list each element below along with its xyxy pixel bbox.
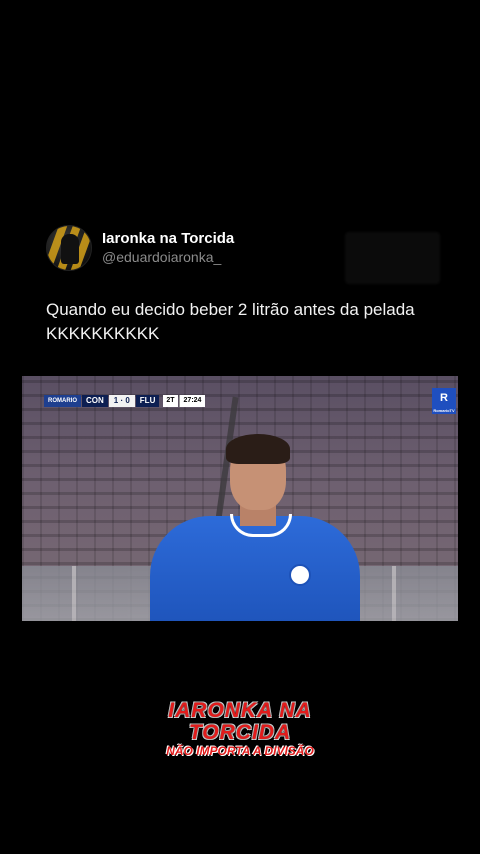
away-team: FLU	[135, 395, 160, 407]
blurred-region	[345, 232, 440, 284]
watermark-line2: TORCIDA	[188, 721, 292, 744]
channel-logo-letter: R	[440, 392, 448, 404]
tweet-header: Iaronka na Torcida @eduardoiaronka_	[46, 225, 234, 271]
handle[interactable]: @eduardoiaronka_	[102, 248, 234, 266]
watermark-line3: NÃO IMPORTA A DIVISÃO	[166, 744, 314, 758]
home-team: CON	[82, 395, 108, 407]
player	[132, 434, 362, 621]
video-frame[interactable]: ROMARIO CON 1 · 0 FLU 2T 27:24 R Romario…	[22, 376, 458, 621]
match-time: 27:24	[178, 395, 206, 407]
scoreboard: ROMARIO CON 1 · 0 FLU 2T 27:24	[44, 395, 206, 407]
tweet-text: Quando eu decido beber 2 litrão antes da…	[46, 300, 415, 343]
display-name[interactable]: Iaronka na Torcida	[102, 230, 234, 248]
score: 1 · 0	[108, 395, 135, 407]
avatar[interactable]	[46, 225, 92, 271]
author-info: Iaronka na Torcida @eduardoiaronka_	[102, 230, 234, 266]
watermark-logo: IARONKA NA TORCIDA NÃO IMPORTA A DIVISÃO	[0, 699, 480, 759]
channel-logo-small: RomarioTV	[433, 408, 455, 413]
scoreboard-sponsor: ROMARIO	[44, 395, 81, 407]
club-crest-icon	[289, 564, 311, 586]
channel-logo-icon: R RomarioTV	[432, 388, 456, 414]
watermark-line1: IARONKA NA	[168, 699, 312, 722]
match-half: 2T	[163, 395, 178, 407]
